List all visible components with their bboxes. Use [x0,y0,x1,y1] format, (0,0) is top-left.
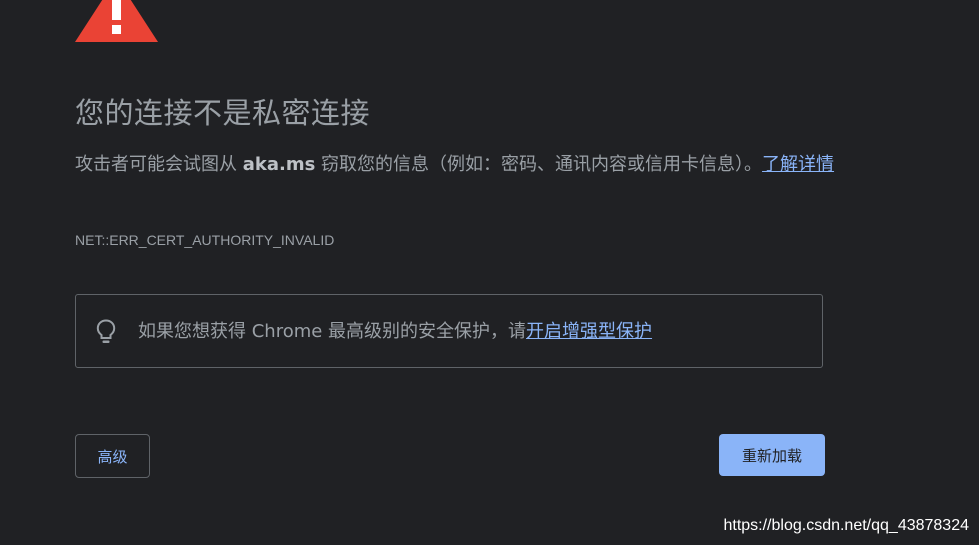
warning-triangle-icon [75,0,158,42]
page-title: 您的连接不是私密连接 [75,96,371,130]
description-after: 窃取您的信息（例如：密码、通讯内容或信用卡信息）。 [315,154,763,175]
learn-more-link[interactable]: 了解详情 [762,154,834,175]
watermark-url: https://blog.csdn.net/qq_43878324 [723,517,969,534]
error-code: NET::ERR_CERT_AUTHORITY_INVALID [75,232,335,248]
banner-message: 如果您想获得 Chrome 最高级别的安全保护，请 [138,321,527,342]
banner-text: 如果您想获得 Chrome 最高级别的安全保护，请开启增强型保护 [138,318,652,346]
reload-button[interactable]: 重新加载 [719,434,825,476]
error-description: 攻击者可能会试图从 aka.ms 窃取您的信息（例如：密码、通讯内容或信用卡信息… [75,150,835,180]
domain-name: aka.ms [242,154,316,175]
advanced-button[interactable]: 高级 [75,434,150,478]
enhanced-protection-banner: 如果您想获得 Chrome 最高级别的安全保护，请开启增强型保护 [75,294,823,368]
enhanced-protection-link[interactable]: 开启增强型保护 [526,321,652,342]
description-before: 攻击者可能会试图从 [75,154,243,175]
lightbulb-icon [96,319,116,343]
